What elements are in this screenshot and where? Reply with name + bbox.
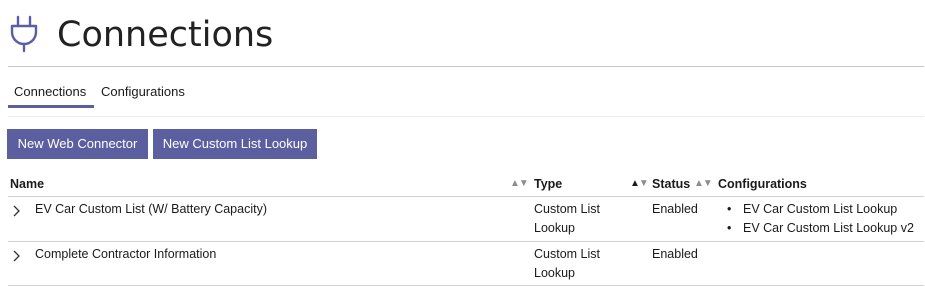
- tab-bar: Connections Configurations: [8, 76, 924, 110]
- row-type-line1: Custom List: [534, 202, 600, 216]
- tab-connections[interactable]: Connections: [8, 76, 94, 108]
- row-type-line1: Custom List: [534, 247, 600, 261]
- column-header-type[interactable]: Type: [534, 176, 562, 192]
- chevron-right-icon[interactable]: [12, 204, 22, 218]
- row-name: EV Car Custom List (W/ Battery Capacity): [35, 202, 268, 216]
- configuration-item: EV Car Custom List Lookup v2: [718, 219, 914, 238]
- sort-name-icon[interactable]: ▲▼: [510, 177, 529, 191]
- column-header-configurations: Configurations: [718, 177, 807, 191]
- table-row[interactable]: Complete Contractor Information Custom L…: [0, 242, 925, 286]
- table-row[interactable]: EV Car Custom List (W/ Battery Capacity)…: [0, 197, 925, 241]
- page-header: Connections: [0, 0, 925, 67]
- tab-divider: [8, 116, 924, 117]
- page-title: Connections: [57, 15, 274, 55]
- row-status: Enabled: [652, 202, 698, 216]
- new-custom-list-lookup-button[interactable]: New Custom List Lookup: [153, 129, 317, 159]
- sort-type-icon[interactable]: ▲▼: [630, 177, 649, 191]
- chevron-right-icon[interactable]: [12, 249, 22, 263]
- tab-configurations[interactable]: Configurations: [101, 76, 185, 108]
- row-type-line2: Lookup: [534, 266, 576, 280]
- row-status: Enabled: [652, 247, 698, 261]
- row-type: Custom List Lookup: [534, 245, 624, 283]
- plug-icon: [10, 15, 38, 53]
- configuration-item: EV Car Custom List Lookup: [718, 200, 914, 219]
- sort-status-icon[interactable]: ▲▼: [694, 177, 713, 191]
- column-header-status[interactable]: Status: [652, 176, 690, 192]
- header-divider: [8, 66, 924, 67]
- row-divider: [8, 285, 924, 286]
- row-name: Complete Contractor Information: [35, 247, 217, 261]
- column-header-name[interactable]: Name: [10, 176, 44, 192]
- row-configurations: EV Car Custom List Lookup EV Car Custom …: [718, 200, 914, 238]
- new-web-connector-button[interactable]: New Web Connector: [7, 129, 148, 159]
- row-type-line2: Lookup: [534, 221, 576, 235]
- row-type: Custom List Lookup: [534, 200, 624, 238]
